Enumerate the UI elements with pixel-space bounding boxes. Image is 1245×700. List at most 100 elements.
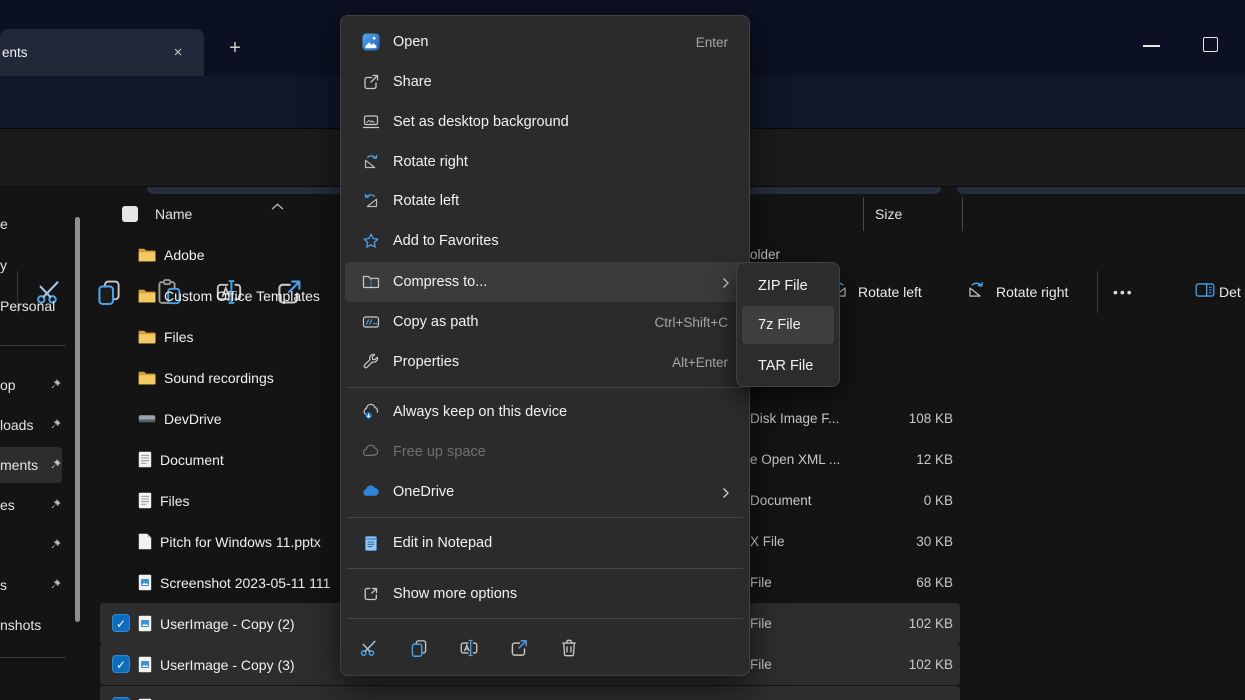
- sidebar-item-documents[interactable]: ments: [0, 447, 62, 483]
- sidebar-item-label: e: [0, 216, 8, 232]
- menu-item-rotate-left[interactable]: Rotate left: [345, 181, 746, 221]
- maximize-button[interactable]: [1203, 37, 1218, 52]
- compress-submenu: ZIP File 7z File TAR File: [736, 262, 840, 387]
- menu-item-copy-as-path[interactable]: Copy as path Ctrl+Shift+C: [345, 302, 746, 342]
- checkbox-checked[interactable]: ✓: [112, 614, 130, 632]
- menu-item-open[interactable]: Open Enter: [345, 22, 746, 62]
- menu-item-set-as-desktop-background[interactable]: Set as desktop background: [345, 102, 746, 142]
- sidebar-item-onedrive-personal[interactable]: Personal: [0, 288, 96, 324]
- menu-item-share[interactable]: Share: [345, 62, 746, 102]
- menu-item-label: Open: [393, 34, 428, 50]
- sidebar-scrollbar[interactable]: [75, 217, 80, 622]
- menu-divider: [347, 517, 743, 518]
- document-icon: [138, 451, 152, 468]
- menu-item-shortcut: Enter: [696, 35, 728, 50]
- file-size: 102 KB: [845, 657, 953, 672]
- pin-icon: [49, 378, 62, 394]
- file-type: File: [750, 575, 772, 590]
- pin-icon: [49, 498, 62, 514]
- column-header-name[interactable]: Name: [155, 200, 192, 228]
- file-icon: [138, 533, 152, 550]
- file-name: Pitch for Windows 11.pptx: [160, 534, 321, 550]
- menu-item-label: Always keep on this device: [393, 404, 567, 420]
- copy-icon: [408, 637, 430, 659]
- cloud-sync-check-icon: [361, 402, 381, 422]
- sidebar-item-gallery[interactable]: y: [0, 247, 96, 283]
- sidebar-item-label: nshots: [0, 617, 41, 633]
- new-tab-button[interactable]: +: [222, 36, 248, 62]
- zip-folder-icon: [361, 272, 381, 292]
- onedrive-cloud-icon: [361, 482, 381, 502]
- rename-button[interactable]: [451, 628, 487, 668]
- sidebar-item-pictures[interactable]: es: [0, 487, 96, 523]
- tab-documents[interactable]: ents ×: [0, 29, 204, 76]
- sidebar-item-label: s: [0, 577, 7, 593]
- file-size: 102 KB: [845, 616, 953, 631]
- submenu-item-7z-file[interactable]: 7z File: [742, 306, 834, 344]
- rotate-right-button[interactable]: Rotate right: [996, 269, 1068, 315]
- menu-item-always-keep-on-device[interactable]: Always keep on this device: [345, 392, 746, 432]
- rotate-right-icon[interactable]: [963, 279, 989, 306]
- drive-icon: [138, 412, 156, 425]
- menu-divider: [347, 387, 743, 388]
- sort-ascending-icon[interactable]: [271, 198, 284, 216]
- copy-button[interactable]: [401, 628, 437, 668]
- share-button[interactable]: [501, 628, 537, 668]
- column-separator[interactable]: [962, 197, 963, 231]
- image-file-icon: [138, 615, 152, 632]
- file-name: Document: [160, 452, 224, 468]
- sidebar-item-label: Personal: [0, 298, 55, 314]
- sidebar-item-screenshots[interactable]: nshots: [0, 607, 96, 643]
- rotate-right-icon: [361, 152, 381, 172]
- file-size: 12 KB: [845, 452, 953, 467]
- checkbox-checked[interactable]: ✓: [112, 655, 130, 673]
- sidebar-item-home[interactable]: e: [0, 206, 96, 242]
- menu-item-show-more-options[interactable]: Show more options: [345, 574, 746, 614]
- sidebar-item-downloads[interactable]: loads: [0, 407, 96, 443]
- rename-icon: [458, 637, 480, 659]
- more-options-button[interactable]: •••: [1113, 269, 1134, 315]
- delete-button[interactable]: [551, 628, 587, 668]
- menu-item-shortcut: Alt+Enter: [672, 355, 728, 370]
- submenu-item-tar-file[interactable]: TAR File: [742, 347, 834, 385]
- cloud-outline-icon: [361, 442, 381, 462]
- toolbar-divider: [1097, 271, 1098, 313]
- sidebar-item-videos[interactable]: s: [0, 567, 96, 603]
- menu-item-rotate-right[interactable]: Rotate right: [345, 142, 746, 182]
- column-header-size[interactable]: Size: [875, 200, 902, 228]
- menu-item-edit-in-notepad[interactable]: Edit in Notepad: [345, 523, 746, 563]
- menu-item-label: Copy as path: [393, 314, 478, 330]
- menu-item-properties[interactable]: Properties Alt+Enter: [345, 342, 746, 382]
- file-name: Files: [160, 493, 190, 509]
- sidebar-item-desktop[interactable]: op: [0, 367, 96, 403]
- menu-item-label: Show more options: [393, 586, 517, 602]
- context-menu: Open Enter Share Set as desktop backgrou…: [340, 15, 750, 676]
- image-file-icon: [138, 574, 152, 591]
- details-pane-icon[interactable]: [1193, 279, 1217, 306]
- sidebar-item-label: es: [0, 497, 15, 513]
- menu-item-compress-to[interactable]: Compress to...: [345, 262, 746, 302]
- document-icon: [138, 492, 152, 509]
- folder-icon: [138, 248, 156, 262]
- column-separator[interactable]: [863, 197, 864, 231]
- pin-icon: [49, 458, 62, 474]
- sidebar-divider: [0, 657, 66, 658]
- file-explorer-window: ents × + OneDrive › Zac: [0, 0, 1245, 700]
- folder-icon: [138, 330, 156, 344]
- star-icon: [361, 231, 381, 251]
- select-all-checkbox[interactable]: [122, 206, 138, 222]
- submenu-chevron-icon: [720, 276, 732, 294]
- sidebar-item-music[interactable]: [0, 527, 96, 563]
- cut-button[interactable]: [351, 628, 387, 668]
- submenu-item-zip-file[interactable]: ZIP File: [742, 267, 834, 305]
- minimize-button[interactable]: [1143, 45, 1160, 47]
- tab-close-icon[interactable]: ×: [166, 41, 190, 65]
- menu-item-onedrive[interactable]: OneDrive: [345, 472, 746, 512]
- file-name: DevDrive: [164, 411, 222, 427]
- sidebar-item-label: ments: [0, 457, 38, 473]
- menu-item-add-to-favorites[interactable]: Add to Favorites: [345, 221, 746, 261]
- menu-item-label: Compress to...: [393, 274, 487, 290]
- file-type: X File: [750, 534, 785, 549]
- file-row-selected-partial[interactable]: ✓: [100, 686, 960, 700]
- details-pane-button-partial[interactable]: Det: [1219, 269, 1241, 315]
